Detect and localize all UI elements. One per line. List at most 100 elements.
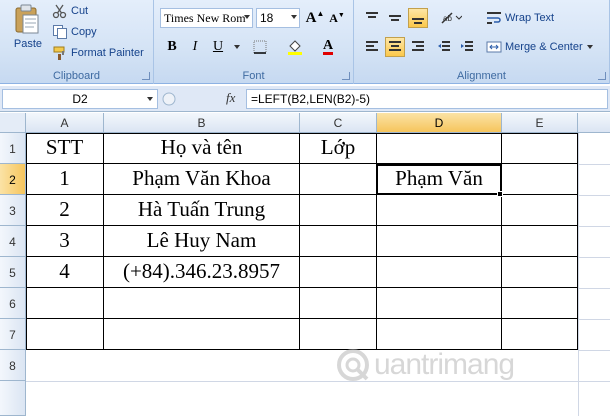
underline-dropdown[interactable]	[232, 37, 242, 57]
cell-b2[interactable]: Phạm Văn Khoa	[104, 164, 300, 195]
cut-button[interactable]: Cut	[52, 2, 88, 20]
watermark-logo-icon	[337, 349, 369, 381]
cell-c5[interactable]	[300, 257, 377, 288]
borders-button[interactable]	[250, 37, 270, 57]
gridline	[578, 257, 610, 258]
font-name-select[interactable]: Times New Rom	[160, 8, 253, 28]
align-right-button[interactable]	[408, 37, 428, 57]
bottom-align-button[interactable]	[408, 8, 428, 28]
cell-c1[interactable]: Lớp	[300, 133, 377, 164]
circle-icon	[162, 92, 176, 106]
cell-a6[interactable]	[26, 288, 104, 319]
cell-a5[interactable]: 4	[26, 257, 104, 288]
column-header-b[interactable]: B	[104, 113, 300, 133]
cell-e7[interactable]	[502, 319, 578, 350]
gridline	[578, 195, 610, 196]
gridline	[578, 226, 610, 227]
cell-c4[interactable]	[300, 226, 377, 257]
cell-b5[interactable]: (+84).346.23.8957	[104, 257, 300, 288]
clipboard-dialog-launcher[interactable]	[142, 72, 150, 80]
cell-e6[interactable]	[502, 288, 578, 319]
wrap-text-button[interactable]: Wrap Text	[486, 9, 554, 27]
font-dialog-launcher[interactable]	[342, 72, 350, 80]
row-header-3[interactable]: 3	[0, 195, 26, 226]
cell-c7[interactable]	[300, 319, 377, 350]
wrap-text-icon	[487, 12, 501, 24]
middle-align-button[interactable]	[385, 8, 405, 28]
column-header-a[interactable]: A	[26, 113, 104, 133]
top-align-button[interactable]	[362, 8, 382, 28]
row-header-9[interactable]	[0, 381, 26, 416]
align-right-icon	[412, 41, 424, 51]
font-size-select[interactable]: 18	[256, 8, 300, 28]
cell-c3[interactable]	[300, 195, 377, 226]
cell-a4[interactable]: 3	[26, 226, 104, 257]
cell-d7[interactable]	[377, 319, 502, 350]
row-header-1[interactable]: 1	[0, 133, 26, 164]
increase-indent-button[interactable]	[457, 37, 477, 57]
merge-center-button[interactable]: Merge & Center	[486, 38, 593, 56]
alignment-dialog-launcher[interactable]	[598, 72, 606, 80]
chevron-down-icon	[586, 45, 593, 49]
row-header-4[interactable]: 4	[0, 226, 26, 257]
cell-b6[interactable]	[104, 288, 300, 319]
paste-button[interactable]: Paste	[8, 4, 48, 60]
row-header-5[interactable]: 5	[0, 257, 26, 288]
underline-button[interactable]: U	[208, 37, 228, 57]
cell-c2[interactable]	[300, 164, 377, 195]
cell-e4[interactable]	[502, 226, 578, 257]
font-name-value: Times New Rom	[164, 11, 246, 25]
increase-indent-icon	[461, 41, 473, 51]
row-header-8[interactable]: 8	[0, 350, 26, 381]
copy-button[interactable]: Copy	[52, 23, 97, 41]
shrink-font-button[interactable]: A▼	[327, 8, 347, 28]
fill-handle[interactable]	[497, 191, 503, 197]
row-header-7[interactable]: 7	[0, 319, 26, 350]
formula-value: =LEFT(B2,LEN(B2)-5)	[251, 92, 371, 106]
cell-e3[interactable]	[502, 195, 578, 226]
column-header-c[interactable]: C	[300, 113, 377, 133]
cell-a1[interactable]: STT	[26, 133, 104, 164]
ribbon: Paste Cut Copy Format Painter Clipboard …	[0, 0, 610, 84]
column-header-e[interactable]: E	[502, 113, 578, 133]
merge-center-label: Merge & Center	[505, 41, 583, 53]
cell-d1[interactable]	[377, 133, 502, 164]
cell-d6[interactable]	[377, 288, 502, 319]
row-header-2[interactable]: 2	[0, 164, 26, 195]
align-center-button[interactable]	[385, 37, 405, 57]
font-color-button[interactable]: A	[318, 37, 338, 57]
cell-d4[interactable]	[377, 226, 502, 257]
cell-b1[interactable]: Họ và tên	[104, 133, 300, 164]
row-header-6[interactable]: 6	[0, 288, 26, 319]
orientation-button[interactable]: ab	[438, 8, 464, 28]
paste-icon	[15, 4, 39, 34]
format-painter-button[interactable]: Format Painter	[52, 44, 144, 62]
cell-a7[interactable]	[26, 319, 104, 350]
cell-e2[interactable]	[502, 164, 578, 195]
bold-button[interactable]: B	[162, 37, 182, 57]
cell-a2[interactable]: 1	[26, 164, 104, 195]
cell-a3[interactable]: 2	[26, 195, 104, 226]
cell-c6[interactable]	[300, 288, 377, 319]
italic-button[interactable]: I	[185, 37, 205, 57]
cell-b7[interactable]	[104, 319, 300, 350]
column-header-f[interactable]	[578, 113, 610, 133]
cell-e5[interactable]	[502, 257, 578, 288]
paste-label: Paste	[13, 38, 43, 50]
column-header-d[interactable]: D	[377, 113, 502, 133]
decrease-indent-button[interactable]	[434, 37, 454, 57]
fill-color-button[interactable]	[285, 37, 305, 57]
cell-b4[interactable]: Lê Huy Nam	[104, 226, 300, 257]
cell-b3[interactable]: Hà Tuấn Trung	[104, 195, 300, 226]
cell-d3[interactable]	[377, 195, 502, 226]
cell-d5[interactable]	[377, 257, 502, 288]
formula-input[interactable]: =LEFT(B2,LEN(B2)-5)	[246, 89, 608, 109]
name-box[interactable]: D2	[2, 89, 158, 109]
gridline	[578, 133, 579, 416]
grow-font-button[interactable]: A▲	[305, 8, 325, 28]
cell-e1[interactable]	[502, 133, 578, 164]
insert-function-button[interactable]: fx	[226, 90, 235, 106]
bold-label: B	[167, 39, 177, 54]
align-left-button[interactable]	[362, 37, 382, 57]
select-all-corner[interactable]	[0, 113, 26, 133]
